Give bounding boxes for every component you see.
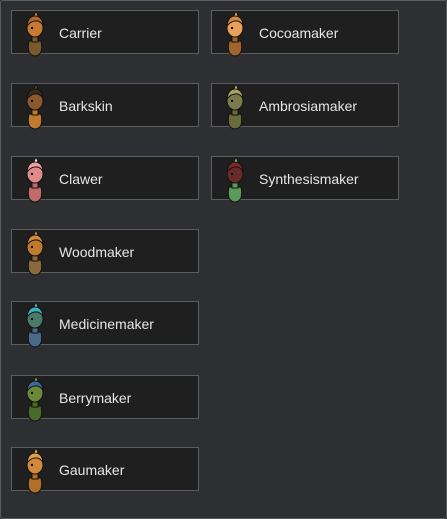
character-card-label: Medicinemaker	[59, 316, 154, 332]
character-card-label: Carrier	[59, 25, 102, 41]
character-card-label: Barkskin	[59, 98, 113, 114]
character-card-label: Woodmaker	[59, 244, 135, 260]
character-card-ambrosiamaker[interactable]: Ambrosiamaker	[211, 83, 399, 130]
barkskin-portrait-icon	[26, 84, 44, 130]
character-card-clawer[interactable]: Clawer	[11, 156, 199, 203]
ambrosiamaker-portrait-icon	[226, 84, 244, 130]
character-card-synthesismaker[interactable]: Synthesismaker	[211, 156, 399, 203]
character-card-label: Ambrosiamaker	[259, 98, 358, 114]
character-card-label: Clawer	[59, 171, 103, 187]
character-card-cocoamaker[interactable]: Cocoamaker	[211, 10, 399, 57]
character-card-label: Berrymaker	[59, 390, 132, 406]
synthesismaker-portrait-icon	[226, 157, 244, 203]
berrymaker-portrait-icon	[26, 376, 44, 422]
character-card-woodmaker[interactable]: Woodmaker	[11, 229, 199, 276]
medicinemaker-portrait-icon	[26, 302, 44, 348]
woodmaker-portrait-icon	[26, 230, 44, 276]
character-card-label: Gaumaker	[59, 462, 125, 478]
cocoamaker-portrait-icon	[226, 11, 244, 57]
character-card-gaumaker[interactable]: Gaumaker	[11, 447, 199, 494]
character-card-medicinemaker[interactable]: Medicinemaker	[11, 301, 199, 348]
character-card-berrymaker[interactable]: Berrymaker	[11, 375, 199, 422]
carrier-portrait-icon	[26, 11, 44, 57]
character-card-carrier[interactable]: Carrier	[11, 10, 199, 57]
character-card-label: Synthesismaker	[259, 171, 359, 187]
character-card-barkskin[interactable]: Barkskin	[11, 83, 199, 130]
clawer-portrait-icon	[26, 157, 44, 203]
character-card-label: Cocoamaker	[259, 25, 339, 41]
gaumaker-portrait-icon	[26, 448, 44, 494]
